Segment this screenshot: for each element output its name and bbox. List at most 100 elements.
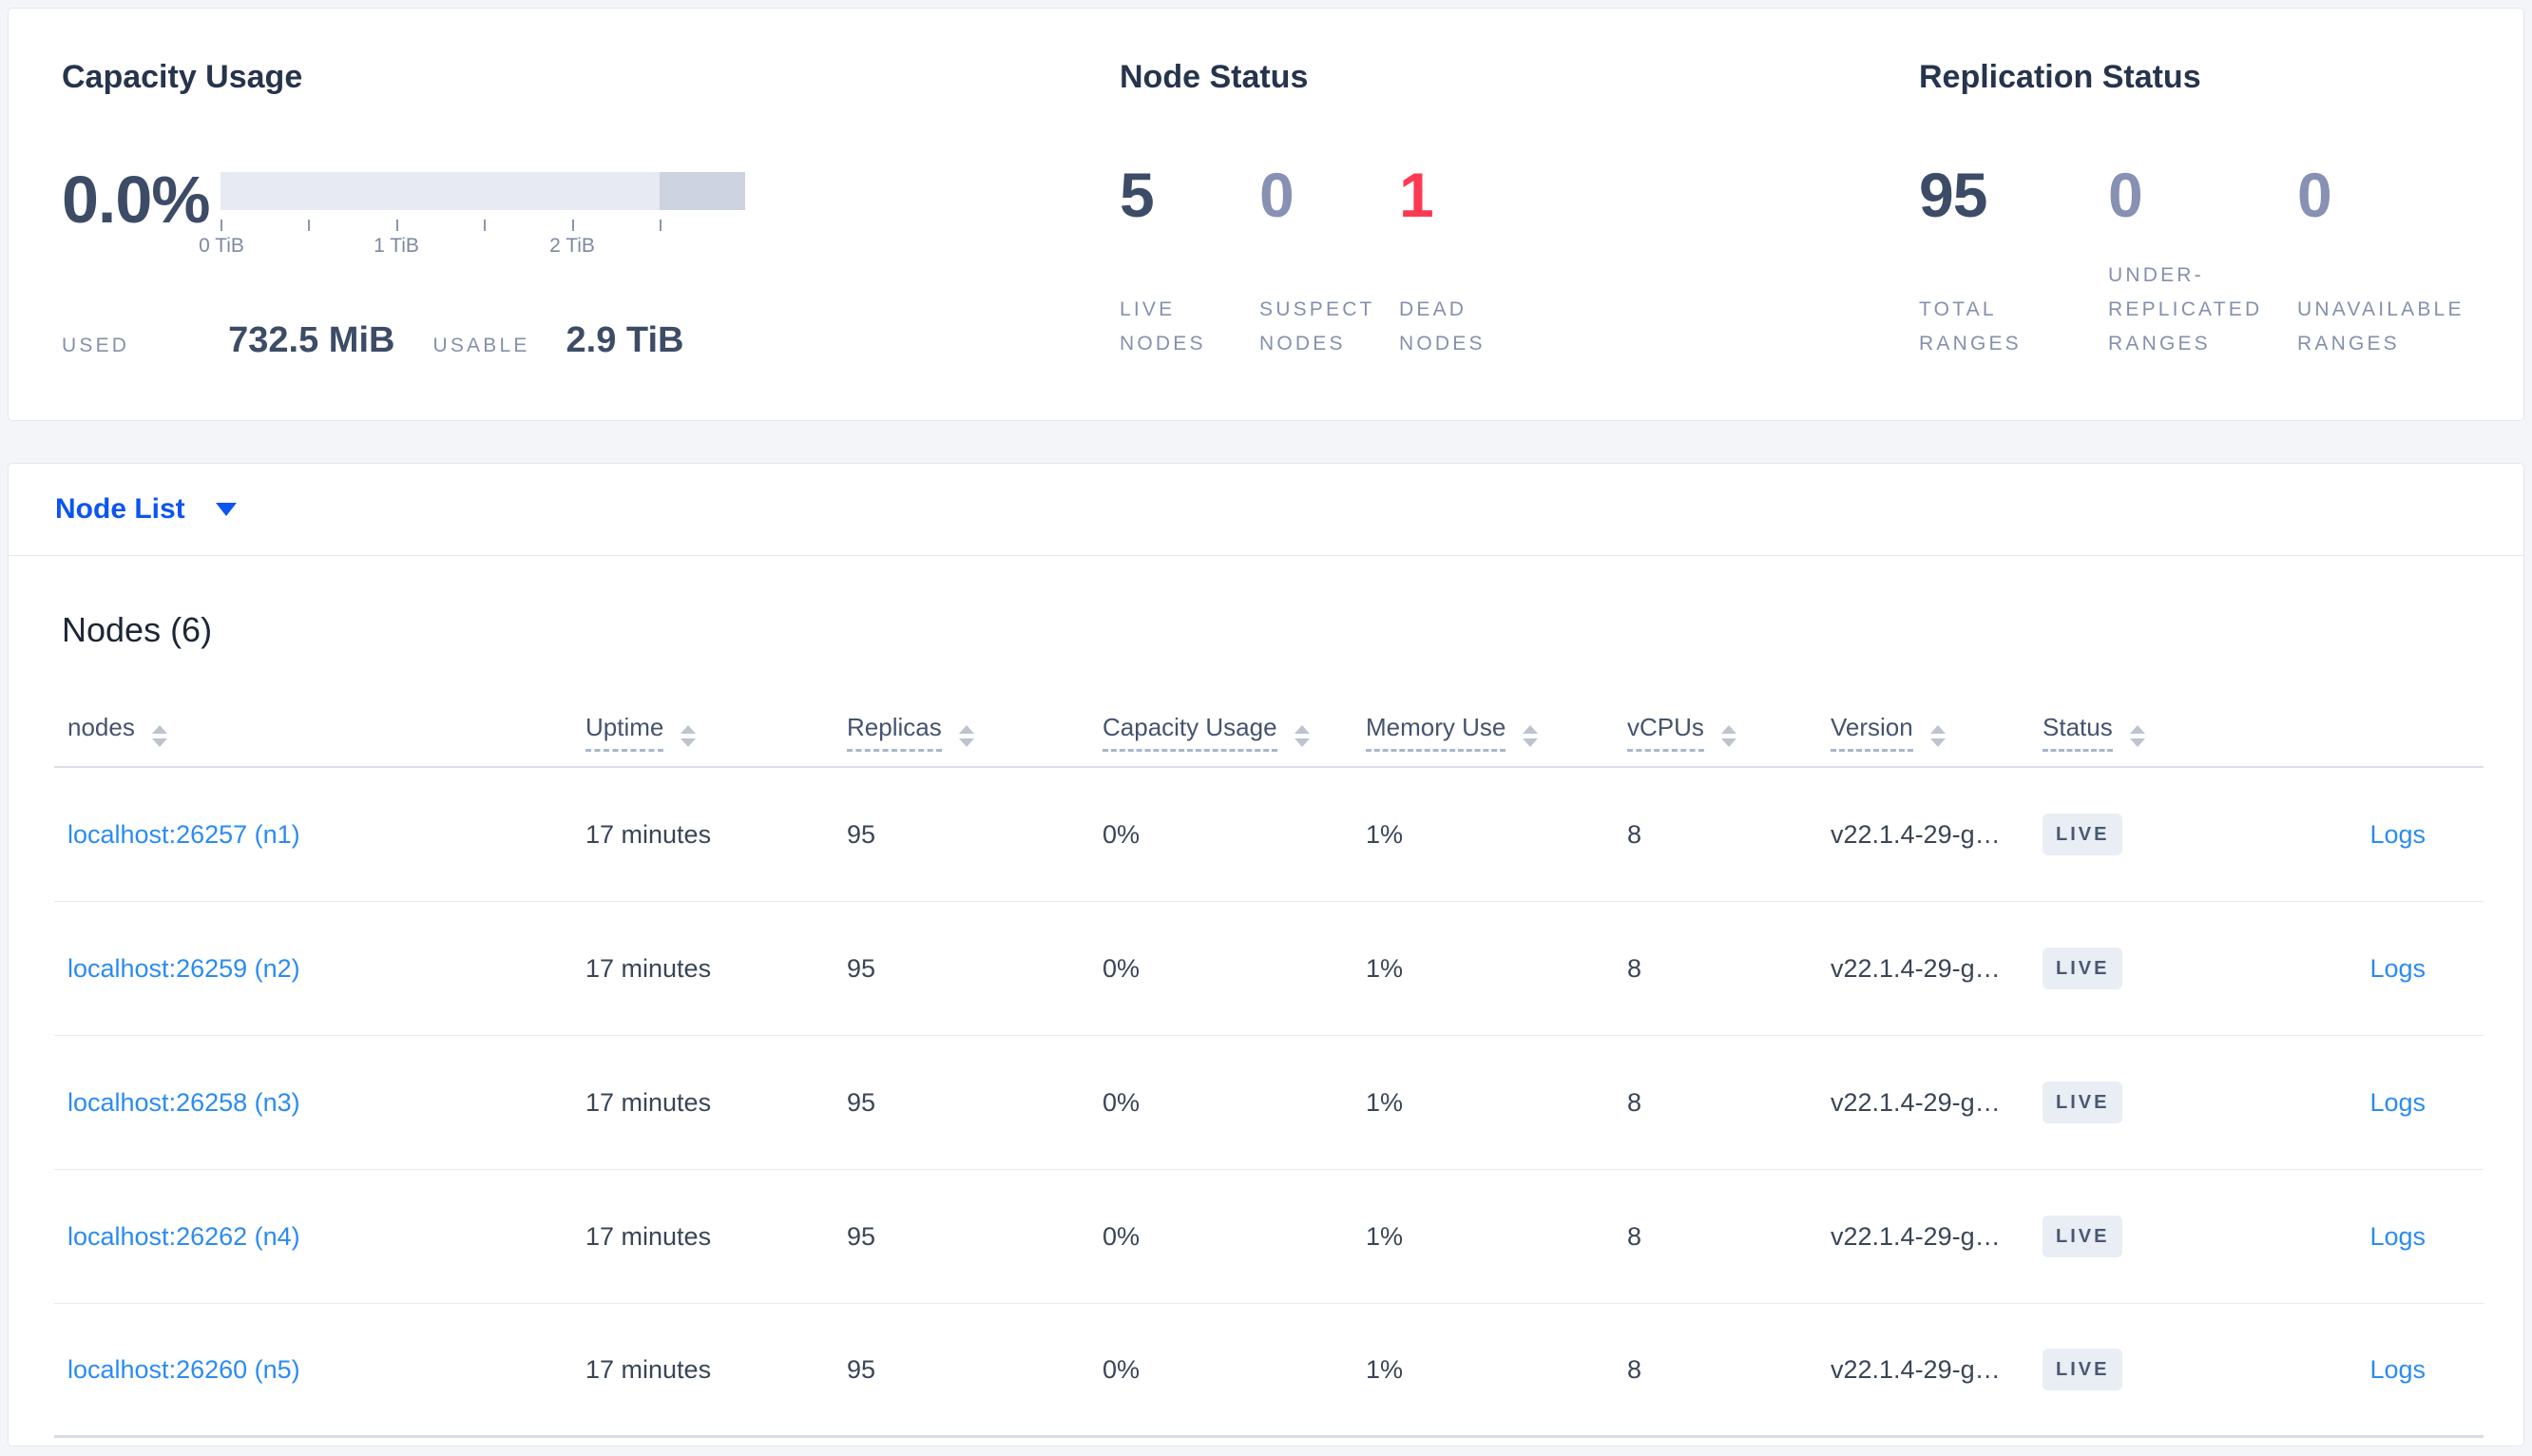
uptime-cell: 17 minutes bbox=[585, 1221, 712, 1251]
column-header-version[interactable]: Version bbox=[1817, 713, 2029, 752]
usable-value: 2.9 TiB bbox=[566, 320, 684, 360]
vcpus-cell: 8 bbox=[1627, 1354, 1642, 1384]
capacity-usage-title: Capacity Usage bbox=[62, 59, 303, 95]
version-cell: v22.1.4-29-g… bbox=[1831, 953, 2001, 983]
suspect-nodes-stat: 0 SUSPECT NODES bbox=[1259, 160, 1399, 361]
axis-tick-label: 2 TiB bbox=[549, 235, 595, 257]
uptime-cell: 17 minutes bbox=[585, 819, 712, 849]
replicas-cell: 95 bbox=[847, 819, 876, 849]
dead-nodes-value: 1 bbox=[1399, 160, 1434, 230]
live-nodes-label: LIVE NODES bbox=[1120, 298, 1206, 354]
used-label: USED bbox=[62, 335, 130, 356]
uptime-cell: 17 minutes bbox=[585, 953, 712, 983]
capacity-usage-cell: 0% bbox=[1103, 1221, 1141, 1251]
axis-tick bbox=[396, 220, 398, 231]
replicas-cell: 95 bbox=[847, 1221, 876, 1251]
capacity-usage-cell: 0% bbox=[1103, 953, 1141, 983]
sort-icon bbox=[1523, 725, 1539, 747]
capacity-usage-section: Capacity Usage 0.0% 0 TiB 1 TiB 2 TiB US… bbox=[62, 58, 1120, 361]
axis-tick bbox=[660, 220, 662, 231]
capacity-usage-cell: 0% bbox=[1103, 1087, 1141, 1117]
column-header-capacity-usage[interactable]: Capacity Usage bbox=[1089, 713, 1352, 752]
node-list-dropdown[interactable]: Node List bbox=[55, 493, 237, 526]
capacity-bar-chart: 0 TiB 1 TiB 2 TiB bbox=[199, 172, 745, 267]
axis-tick-label: 1 TiB bbox=[374, 235, 419, 257]
column-header-nodes[interactable]: nodes bbox=[54, 713, 572, 747]
total-ranges-value: 95 bbox=[1919, 160, 1987, 230]
version-cell: v22.1.4-29-g… bbox=[1831, 1221, 2001, 1251]
vcpus-cell: 8 bbox=[1627, 819, 1642, 849]
under-replicated-ranges-value: 0 bbox=[2108, 160, 2143, 230]
logs-link[interactable]: Logs bbox=[2369, 1355, 2426, 1384]
replication-status-section: Replication Status 95 TOTAL RANGES 0 UND… bbox=[1919, 58, 2523, 361]
status-badge: LIVE bbox=[2043, 1082, 2123, 1123]
version-cell: v22.1.4-29-g… bbox=[1831, 1354, 2001, 1384]
sort-icon bbox=[958, 725, 974, 747]
node-address-link[interactable]: localhost:26258 (n3) bbox=[67, 1088, 300, 1117]
suspect-nodes-value: 0 bbox=[1259, 160, 1295, 230]
capacity-usage-chart: 0.0% 0 TiB 1 TiB 2 TiB bbox=[62, 163, 1120, 267]
sort-icon bbox=[1294, 725, 1310, 747]
dead-nodes-stat: 1 DEAD NODES bbox=[1399, 160, 1539, 361]
used-value: 732.5 MiB bbox=[228, 320, 395, 360]
replicas-cell: 95 bbox=[847, 1354, 876, 1384]
memory-use-cell: 1% bbox=[1366, 819, 1404, 849]
table-row: localhost:26257 (n1) 17 minutes 95 0% 1%… bbox=[54, 768, 2484, 902]
under-replicated-ranges-stat: 0 UNDER-REPLICATED RANGES bbox=[2108, 160, 2297, 361]
table-row: localhost:26259 (n2) 17 minutes 95 0% 1%… bbox=[54, 902, 2484, 1036]
axis-tick bbox=[572, 220, 574, 231]
uptime-cell: 17 minutes bbox=[585, 1354, 712, 1384]
capacity-bar-track bbox=[221, 172, 745, 210]
node-address-link[interactable]: localhost:26257 (n1) bbox=[67, 820, 300, 849]
sort-icon bbox=[1720, 725, 1736, 747]
cluster-summary-card: Capacity Usage 0.0% 0 TiB 1 TiB 2 TiB US… bbox=[8, 8, 2524, 421]
column-header-uptime[interactable]: Uptime bbox=[572, 713, 834, 752]
replicas-cell: 95 bbox=[847, 1087, 876, 1117]
logs-link[interactable]: Logs bbox=[2369, 1222, 2426, 1251]
sort-icon bbox=[681, 725, 697, 747]
nodes-table-title: Nodes (6) bbox=[62, 610, 213, 649]
column-header-replicas[interactable]: Replicas bbox=[834, 713, 1089, 752]
node-address-link[interactable]: localhost:26262 (n4) bbox=[67, 1222, 300, 1251]
column-header-status[interactable]: Status bbox=[2029, 713, 2259, 752]
uptime-cell: 17 minutes bbox=[585, 1087, 712, 1117]
status-badge: LIVE bbox=[2043, 1349, 2123, 1390]
memory-use-cell: 1% bbox=[1366, 953, 1404, 983]
under-replicated-ranges-label: UNDER-REPLICATED RANGES bbox=[2108, 264, 2263, 354]
table-row: localhost:26260 (n5) 17 minutes 95 0% 1%… bbox=[54, 1304, 2484, 1438]
replication-status-title: Replication Status bbox=[1919, 59, 2201, 95]
axis-tick bbox=[484, 220, 486, 231]
vcpus-cell: 8 bbox=[1627, 1221, 1642, 1251]
sort-icon bbox=[151, 725, 167, 747]
logs-link[interactable]: Logs bbox=[2369, 954, 2426, 983]
nodes-table-area: Nodes (6) nodes Uptime Replicas Capacity… bbox=[9, 609, 2523, 1438]
memory-use-cell: 1% bbox=[1366, 1221, 1404, 1251]
live-nodes-stat: 5 LIVE NODES bbox=[1120, 163, 1259, 361]
replicas-cell: 95 bbox=[847, 953, 876, 983]
node-address-link[interactable]: localhost:26260 (n5) bbox=[67, 1355, 300, 1384]
node-status-title: Node Status bbox=[1120, 59, 1309, 95]
vcpus-cell: 8 bbox=[1627, 953, 1642, 983]
sort-icon bbox=[1929, 725, 1946, 747]
version-cell: v22.1.4-29-g… bbox=[1831, 819, 2001, 849]
node-list-dropdown-label: Node List bbox=[55, 493, 185, 525]
node-address-link[interactable]: localhost:26259 (n2) bbox=[67, 954, 300, 983]
total-ranges-label: TOTAL RANGES bbox=[1919, 298, 2022, 354]
vcpus-cell: 8 bbox=[1627, 1087, 1642, 1117]
axis-tick-label: 0 TiB bbox=[199, 235, 244, 257]
logs-link[interactable]: Logs bbox=[2369, 1088, 2426, 1117]
status-badge: LIVE bbox=[2043, 814, 2123, 855]
capacity-used-usable-stats: USED 732.5 MiB USABLE 2.9 TiB bbox=[62, 320, 1120, 361]
table-row: localhost:26262 (n4) 17 minutes 95 0% 1%… bbox=[54, 1170, 2484, 1304]
column-header-memory-use[interactable]: Memory Use bbox=[1352, 713, 1614, 752]
table-row: localhost:26258 (n3) 17 minutes 95 0% 1%… bbox=[54, 1036, 2484, 1170]
node-status-section: Node Status 5 LIVE NODES 0 SUSPECT NODES… bbox=[1120, 58, 1919, 361]
status-badge: LIVE bbox=[2043, 948, 2123, 989]
capacity-percent-value: 0.0% bbox=[62, 163, 211, 237]
unavailable-ranges-label: UNAVAILABLE RANGES bbox=[2297, 298, 2465, 354]
status-badge: LIVE bbox=[2043, 1216, 2123, 1257]
memory-use-cell: 1% bbox=[1366, 1354, 1404, 1384]
logs-link[interactable]: Logs bbox=[2369, 820, 2426, 849]
column-header-vcpus[interactable]: vCPUs bbox=[1614, 713, 1817, 752]
capacity-usage-cell: 0% bbox=[1103, 1354, 1141, 1384]
